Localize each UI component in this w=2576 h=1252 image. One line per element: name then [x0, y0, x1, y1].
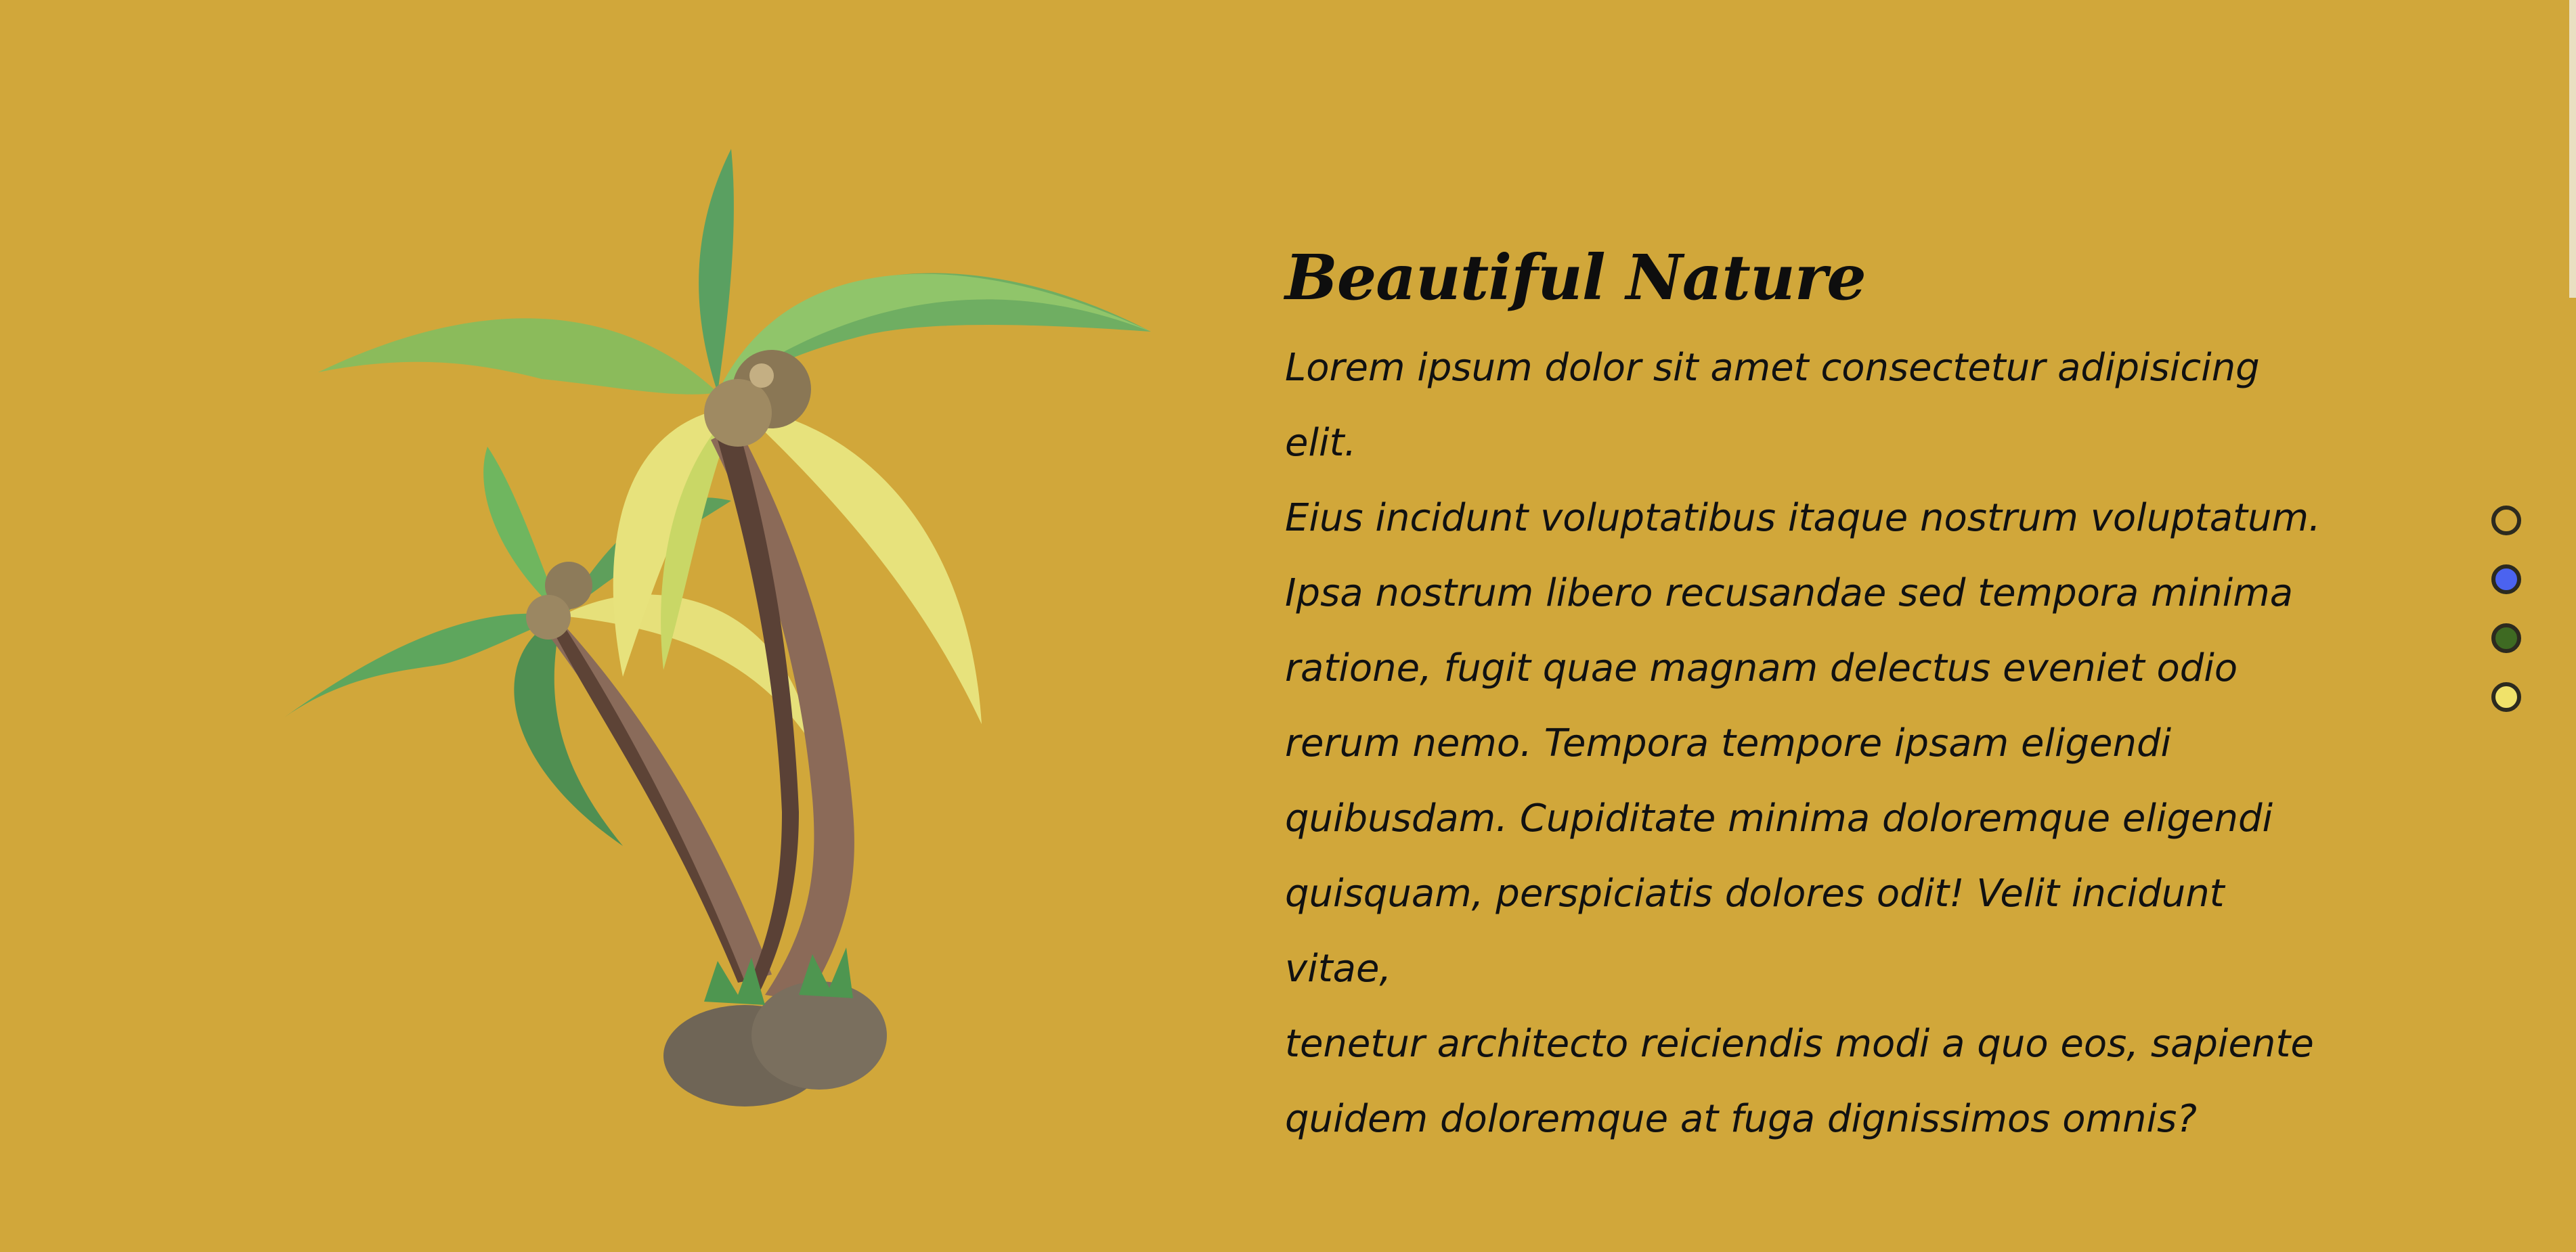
paragraph-line: quibusdam. Cupiditate minima doloremque … — [1285, 797, 2273, 841]
paragraph-line: quisquam, perspiciatis dolores odit! Vel… — [1285, 872, 2225, 991]
theme-dot-4[interactable] — [2491, 682, 2521, 712]
description-paragraph: Lorem ipsum dolor sit amet consectetur a… — [1285, 330, 2341, 1157]
page-title: Beautiful Nature — [1285, 241, 1866, 314]
theme-dot-1[interactable] — [2491, 506, 2521, 535]
scrollbar[interactable] — [2569, 0, 2576, 298]
content-section: Beautiful Nature Lorem ipsum dolor sit a… — [1285, 237, 2368, 1157]
paragraph-line: rerum nemo. Tempora tempore ipsam eligen… — [1285, 721, 2172, 765]
theme-dot-3[interactable] — [2491, 623, 2521, 653]
paragraph-line: tenetur architecto reiciendis modi a quo… — [1285, 1022, 2314, 1066]
paragraph-line: Lorem ipsum dolor sit amet consectetur a… — [1285, 346, 2260, 465]
paragraph-line: Eius incidunt voluptatibus itaque nostru… — [1285, 496, 2321, 540]
paragraph-line: quidem doloremque at fuga dignissimos om… — [1285, 1097, 2198, 1141]
page: Beautiful Nature Lorem ipsum dolor sit a… — [0, 0, 2576, 1252]
theme-dot-2[interactable] — [2491, 564, 2521, 594]
color-theme-switcher — [2491, 506, 2529, 741]
palm-tree-icon — [284, 149, 1151, 1106]
paragraph-line: Ipsa nostrum libero recusandae sed tempo… — [1285, 571, 2294, 615]
paragraph-line: ratione, fugit quae magnam delectus even… — [1285, 646, 2238, 690]
